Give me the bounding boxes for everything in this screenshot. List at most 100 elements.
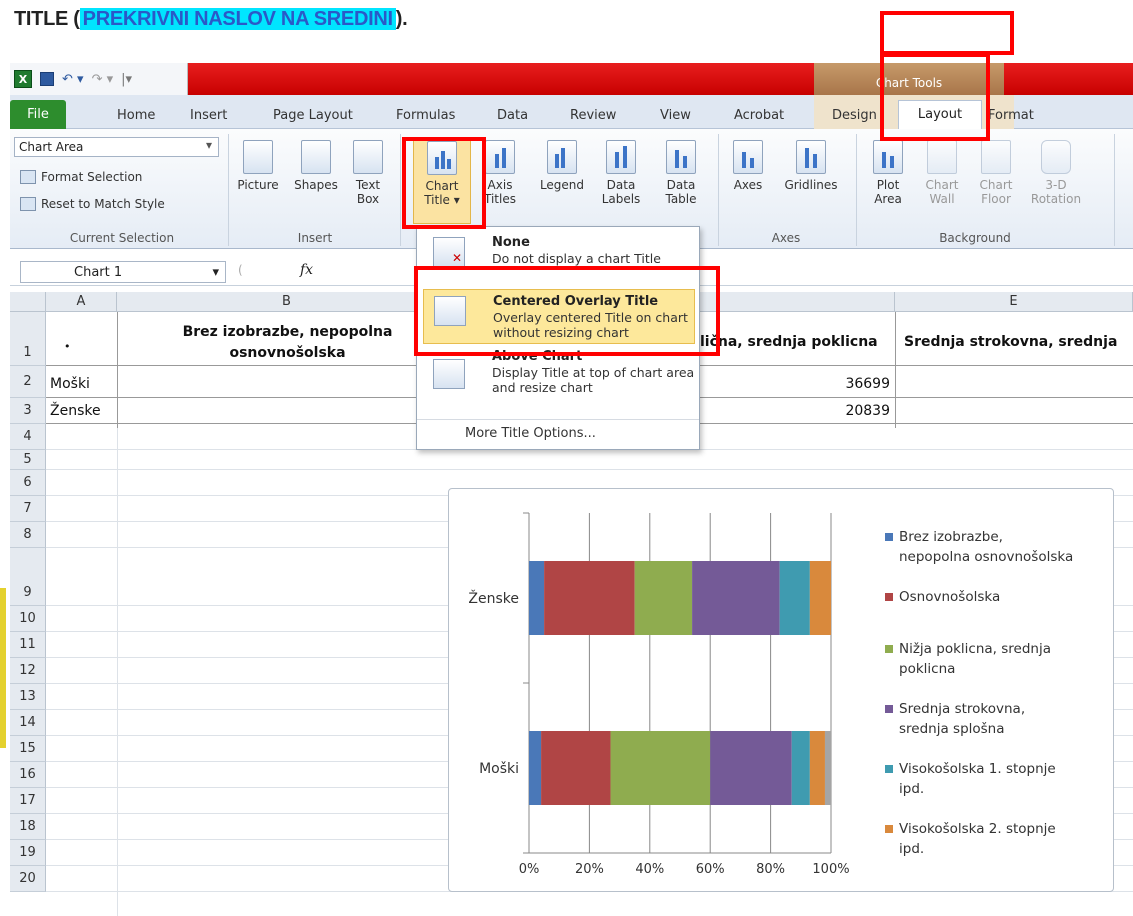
- tab-insert[interactable]: Insert: [190, 108, 227, 123]
- reset-style-label: Reset to Match Style: [41, 197, 165, 211]
- column-header-e[interactable]: E: [895, 292, 1133, 312]
- name-box[interactable]: Chart 1 ▾: [20, 261, 226, 283]
- axis-titles-icon: [485, 140, 515, 174]
- row-header-9[interactable]: 9: [10, 548, 46, 606]
- insert-function-icon[interactable]: fx: [300, 262, 313, 278]
- axes-button[interactable]: Axes: [726, 140, 770, 192]
- tab-home[interactable]: Home: [117, 108, 155, 123]
- data-labels-label: Data Labels: [601, 178, 641, 206]
- menu-item-none-title: None: [492, 235, 530, 250]
- bar-segment: [824, 731, 831, 805]
- column-header-b[interactable]: B: [117, 292, 457, 312]
- cell-a3[interactable]: Ženske: [50, 403, 101, 419]
- legend-button[interactable]: Legend: [534, 140, 590, 192]
- cell-e1[interactable]: Srednja strokovna, srednja: [904, 334, 1133, 350]
- row-header-11[interactable]: 11: [10, 632, 46, 658]
- chart-elements-dropdown[interactable]: Chart Area ▾: [14, 137, 219, 157]
- save-icon[interactable]: [40, 72, 54, 86]
- chart-elements-value: Chart Area: [19, 140, 84, 154]
- row-header-17[interactable]: 17: [10, 788, 46, 814]
- cell-a2[interactable]: Moški: [50, 376, 90, 392]
- row-header-8[interactable]: 8: [10, 522, 46, 548]
- picture-label: Picture: [237, 178, 279, 192]
- bar-segment: [634, 561, 693, 635]
- row-header-16[interactable]: 16: [10, 762, 46, 788]
- shapes-icon: [301, 140, 331, 174]
- cell-d2[interactable]: 36699: [800, 376, 890, 392]
- redo-icon[interactable]: ↷ ▾: [92, 72, 114, 87]
- legend-label: nepopolna osnovnošolska: [899, 549, 1073, 565]
- row-header-2[interactable]: 2: [10, 366, 46, 398]
- select-all-corner[interactable]: [10, 292, 46, 312]
- chart-wall-button[interactable]: Chart Wall: [920, 140, 964, 206]
- picture-button[interactable]: Picture: [230, 140, 286, 192]
- chart-object[interactable]: 0% 20% 40% 60% 80% 100% Moški Ženske Brez izobra…: [448, 488, 1114, 892]
- undo-icon[interactable]: ↶ ▾: [62, 72, 84, 87]
- data-labels-button[interactable]: Data Labels: [596, 140, 646, 206]
- chart-floor-button[interactable]: Chart Floor: [972, 140, 1020, 206]
- tab-data[interactable]: Data: [497, 108, 528, 123]
- ribbon-separator: [718, 134, 719, 246]
- tab-file[interactable]: File: [10, 100, 66, 129]
- above-chart-icon: [433, 359, 465, 389]
- format-selection-label: Format Selection: [41, 170, 143, 184]
- data-table-icon: [666, 140, 696, 174]
- cell-b1[interactable]: Brez izobrazbe, nepopolna osnovnošolska: [150, 322, 425, 364]
- format-selection-button[interactable]: Format Selection: [20, 170, 142, 184]
- chart-wall-label: Chart Wall: [925, 178, 959, 206]
- row-header-4[interactable]: 4: [10, 424, 46, 450]
- excel-icon[interactable]: X: [14, 70, 32, 88]
- row-header-15[interactable]: 15: [10, 736, 46, 762]
- menu-divider: [417, 419, 699, 420]
- heading-suffix: ).: [395, 8, 408, 30]
- customize-icon[interactable]: |▾: [121, 72, 132, 87]
- legend-label: Srednja strokovna,: [899, 701, 1025, 717]
- cell-a1[interactable]: •: [64, 340, 71, 353]
- row-header-7[interactable]: 7: [10, 496, 46, 522]
- tab-acrobat[interactable]: Acrobat: [734, 108, 784, 123]
- x-tick-label: 0%: [519, 862, 540, 877]
- tab-view[interactable]: View: [660, 108, 691, 123]
- tab-formulas[interactable]: Formulas: [396, 108, 455, 123]
- row-header-12[interactable]: 12: [10, 658, 46, 684]
- text-box-button[interactable]: Text Box: [346, 140, 390, 206]
- row-header-14[interactable]: 14: [10, 710, 46, 736]
- bar-segment: [692, 561, 780, 635]
- 3d-rotation-button[interactable]: 3-D Rotation: [1030, 140, 1082, 206]
- picture-icon: [243, 140, 273, 174]
- data-table-button[interactable]: Data Table: [654, 140, 708, 206]
- menu-item-above-chart[interactable]: Above Chart Display Title at top of char…: [423, 349, 695, 408]
- bar-segment: [529, 561, 545, 635]
- row-header-10[interactable]: 10: [10, 606, 46, 632]
- cell-d3[interactable]: 20839: [800, 403, 890, 419]
- chart-wall-icon: [927, 140, 957, 174]
- shapes-button[interactable]: Shapes: [290, 140, 342, 192]
- tab-design[interactable]: Design: [832, 108, 877, 123]
- cell-d1[interactable]: lična, srednja poklicna: [700, 334, 878, 350]
- gridlines-button[interactable]: Gridlines: [780, 140, 842, 192]
- x-tick-label: 40%: [635, 862, 664, 877]
- reset-to-match-style-button[interactable]: Reset to Match Style: [20, 197, 165, 211]
- row-header-20[interactable]: 20: [10, 866, 46, 892]
- tab-format[interactable]: Format: [988, 108, 1034, 123]
- legend-label: Visokošolska 2. stopnje: [899, 821, 1056, 837]
- tab-page-layout[interactable]: Page Layout: [273, 108, 353, 123]
- group-label-current-selection: Current Selection: [69, 231, 175, 245]
- tab-review[interactable]: Review: [570, 108, 616, 123]
- row-header-18[interactable]: 18: [10, 814, 46, 840]
- menu-item-more-title-options[interactable]: More Title Options...: [465, 426, 596, 441]
- plot-area-button[interactable]: Plot Area: [866, 140, 910, 206]
- row-header-6[interactable]: 6: [10, 470, 46, 496]
- row-header-13[interactable]: 13: [10, 684, 46, 710]
- row-header-19[interactable]: 19: [10, 840, 46, 866]
- bar-segment: [809, 561, 831, 635]
- bar-chart: 0% 20% 40% 60% 80% 100% Moški Ženske Brez izobra…: [468, 512, 1073, 877]
- row-header-3[interactable]: 3: [10, 398, 46, 424]
- x-tick-label: 80%: [756, 862, 785, 877]
- column-header-a[interactable]: A: [46, 292, 117, 312]
- grid-row-line: [46, 469, 1133, 470]
- shapes-label: Shapes: [294, 178, 338, 192]
- plot-area-label: Plot Area: [874, 178, 902, 206]
- row-header-5[interactable]: 5: [10, 450, 46, 470]
- row-header-1[interactable]: 1: [10, 312, 46, 366]
